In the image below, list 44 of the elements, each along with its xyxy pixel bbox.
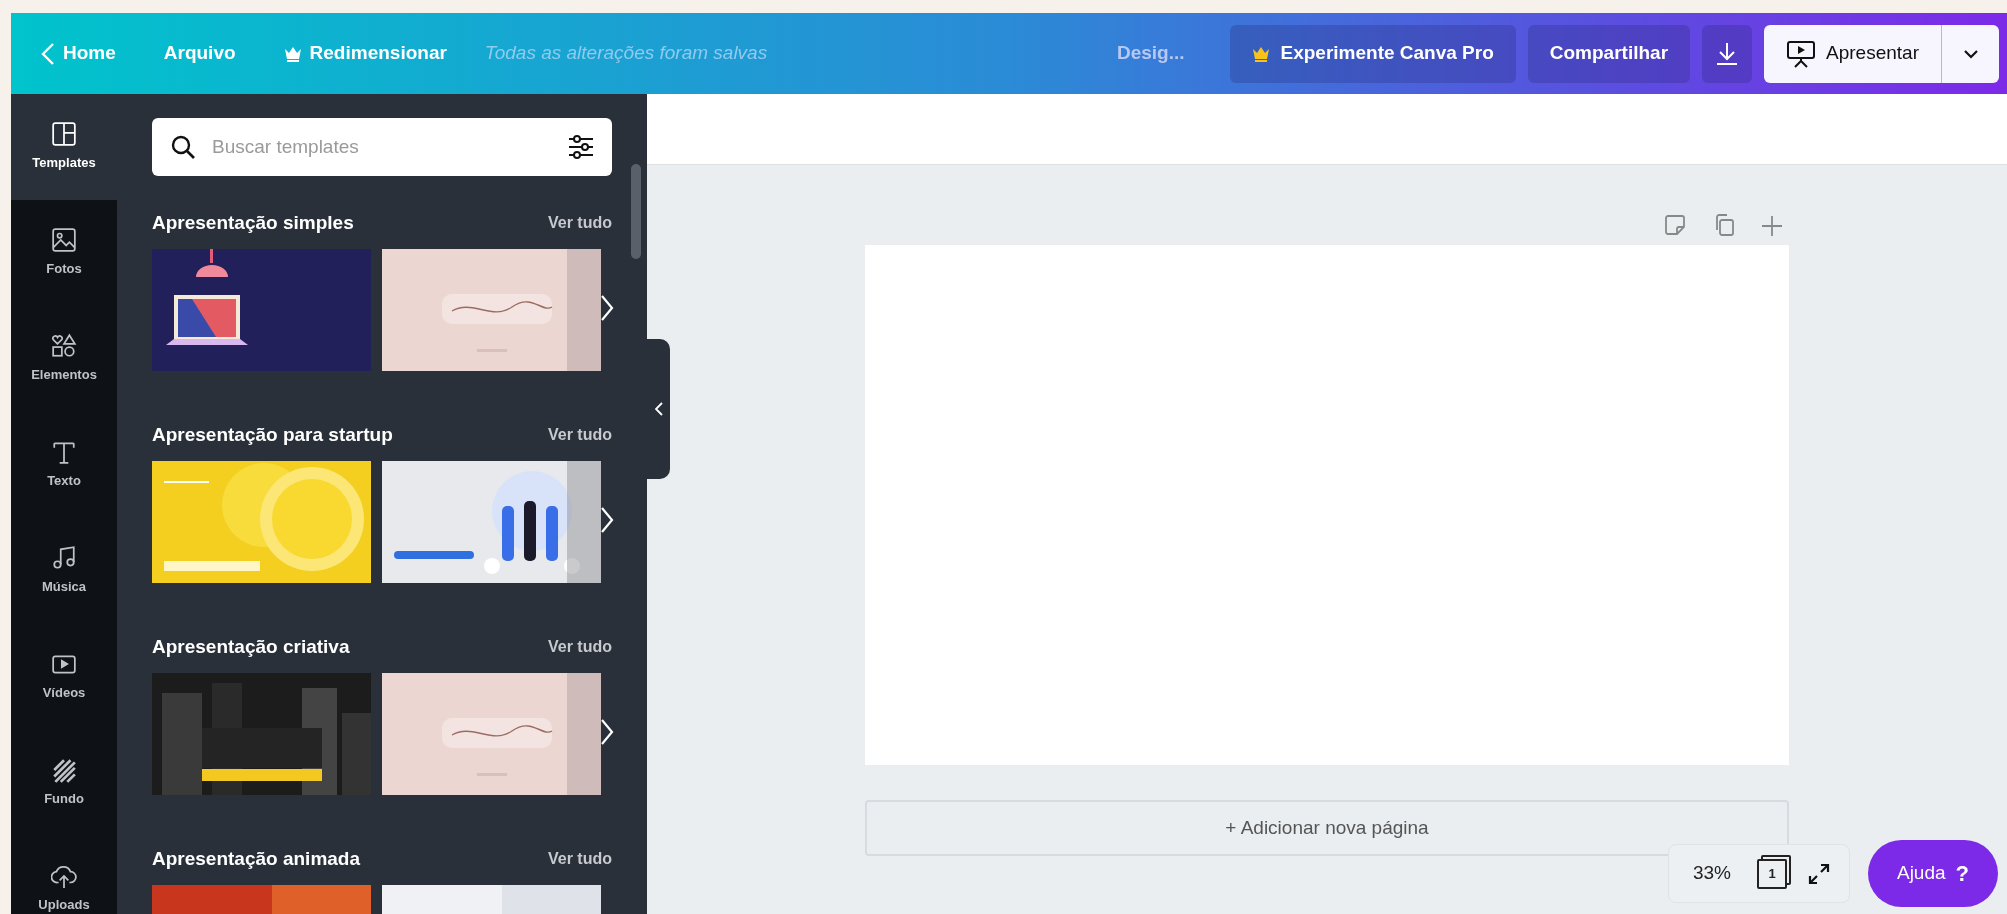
caret-icon	[1962, 48, 1979, 59]
save-status: Todas as alterações foram salvas	[484, 41, 768, 66]
section-title: Apresentação para startup	[152, 422, 393, 447]
see-all-link[interactable]: Ver tudo	[548, 847, 612, 871]
see-all-link[interactable]: Ver tudo	[548, 635, 612, 659]
zoom-level[interactable]: 33%	[1686, 858, 1737, 889]
presentation-icon	[1786, 39, 1817, 68]
collapse-handle[interactable]	[647, 339, 670, 479]
present-button[interactable]: Apresentar	[1764, 24, 1941, 83]
shapes-icon	[51, 333, 77, 360]
layout-icon	[51, 121, 77, 148]
sidebar-tab[interactable]: Templates	[11, 94, 117, 200]
chevron-left-icon	[654, 402, 663, 416]
crown-icon	[283, 45, 302, 62]
text-icon	[51, 439, 77, 466]
section-title: Apresentação simples	[152, 210, 354, 235]
expand-icon	[1807, 861, 1831, 886]
see-all-link[interactable]: Ver tudo	[548, 423, 612, 447]
search-icon	[170, 134, 196, 160]
stripes-icon	[51, 757, 77, 784]
download-button[interactable]	[1702, 24, 1753, 83]
chevron-left-icon	[41, 41, 55, 66]
plus-icon	[1761, 215, 1783, 237]
chevron-right-icon[interactable]	[600, 506, 614, 534]
dropdown-button[interactable]	[1941, 24, 1999, 83]
add-page-button[interactable]: + Adicionar nova página	[865, 800, 1789, 856]
search-field[interactable]: Buscar templates	[152, 118, 612, 176]
copy-icon	[1713, 213, 1735, 237]
scrollbar[interactable]	[631, 164, 641, 259]
filter-icon	[568, 135, 594, 159]
help-button[interactable]: Ajuda ?	[1868, 840, 1998, 907]
crown-icon	[1252, 45, 1271, 62]
section-title: Apresentação criativa	[152, 634, 350, 659]
music-note-icon	[51, 545, 77, 572]
section-title: Apresentação animada	[152, 846, 361, 871]
note-icon	[1663, 213, 1687, 237]
download-icon	[1716, 41, 1739, 66]
cloud-upload-icon	[51, 863, 77, 890]
see-all-link[interactable]: Ver tudo	[548, 211, 612, 235]
image-icon	[51, 227, 77, 254]
chevron-right-icon[interactable]	[600, 718, 614, 746]
upgrade-button[interactable]: Experimente Canva Pro	[1230, 24, 1516, 83]
chevron-right-icon[interactable]	[600, 294, 614, 322]
share-button[interactable]: Compartilhar	[1527, 24, 1691, 83]
